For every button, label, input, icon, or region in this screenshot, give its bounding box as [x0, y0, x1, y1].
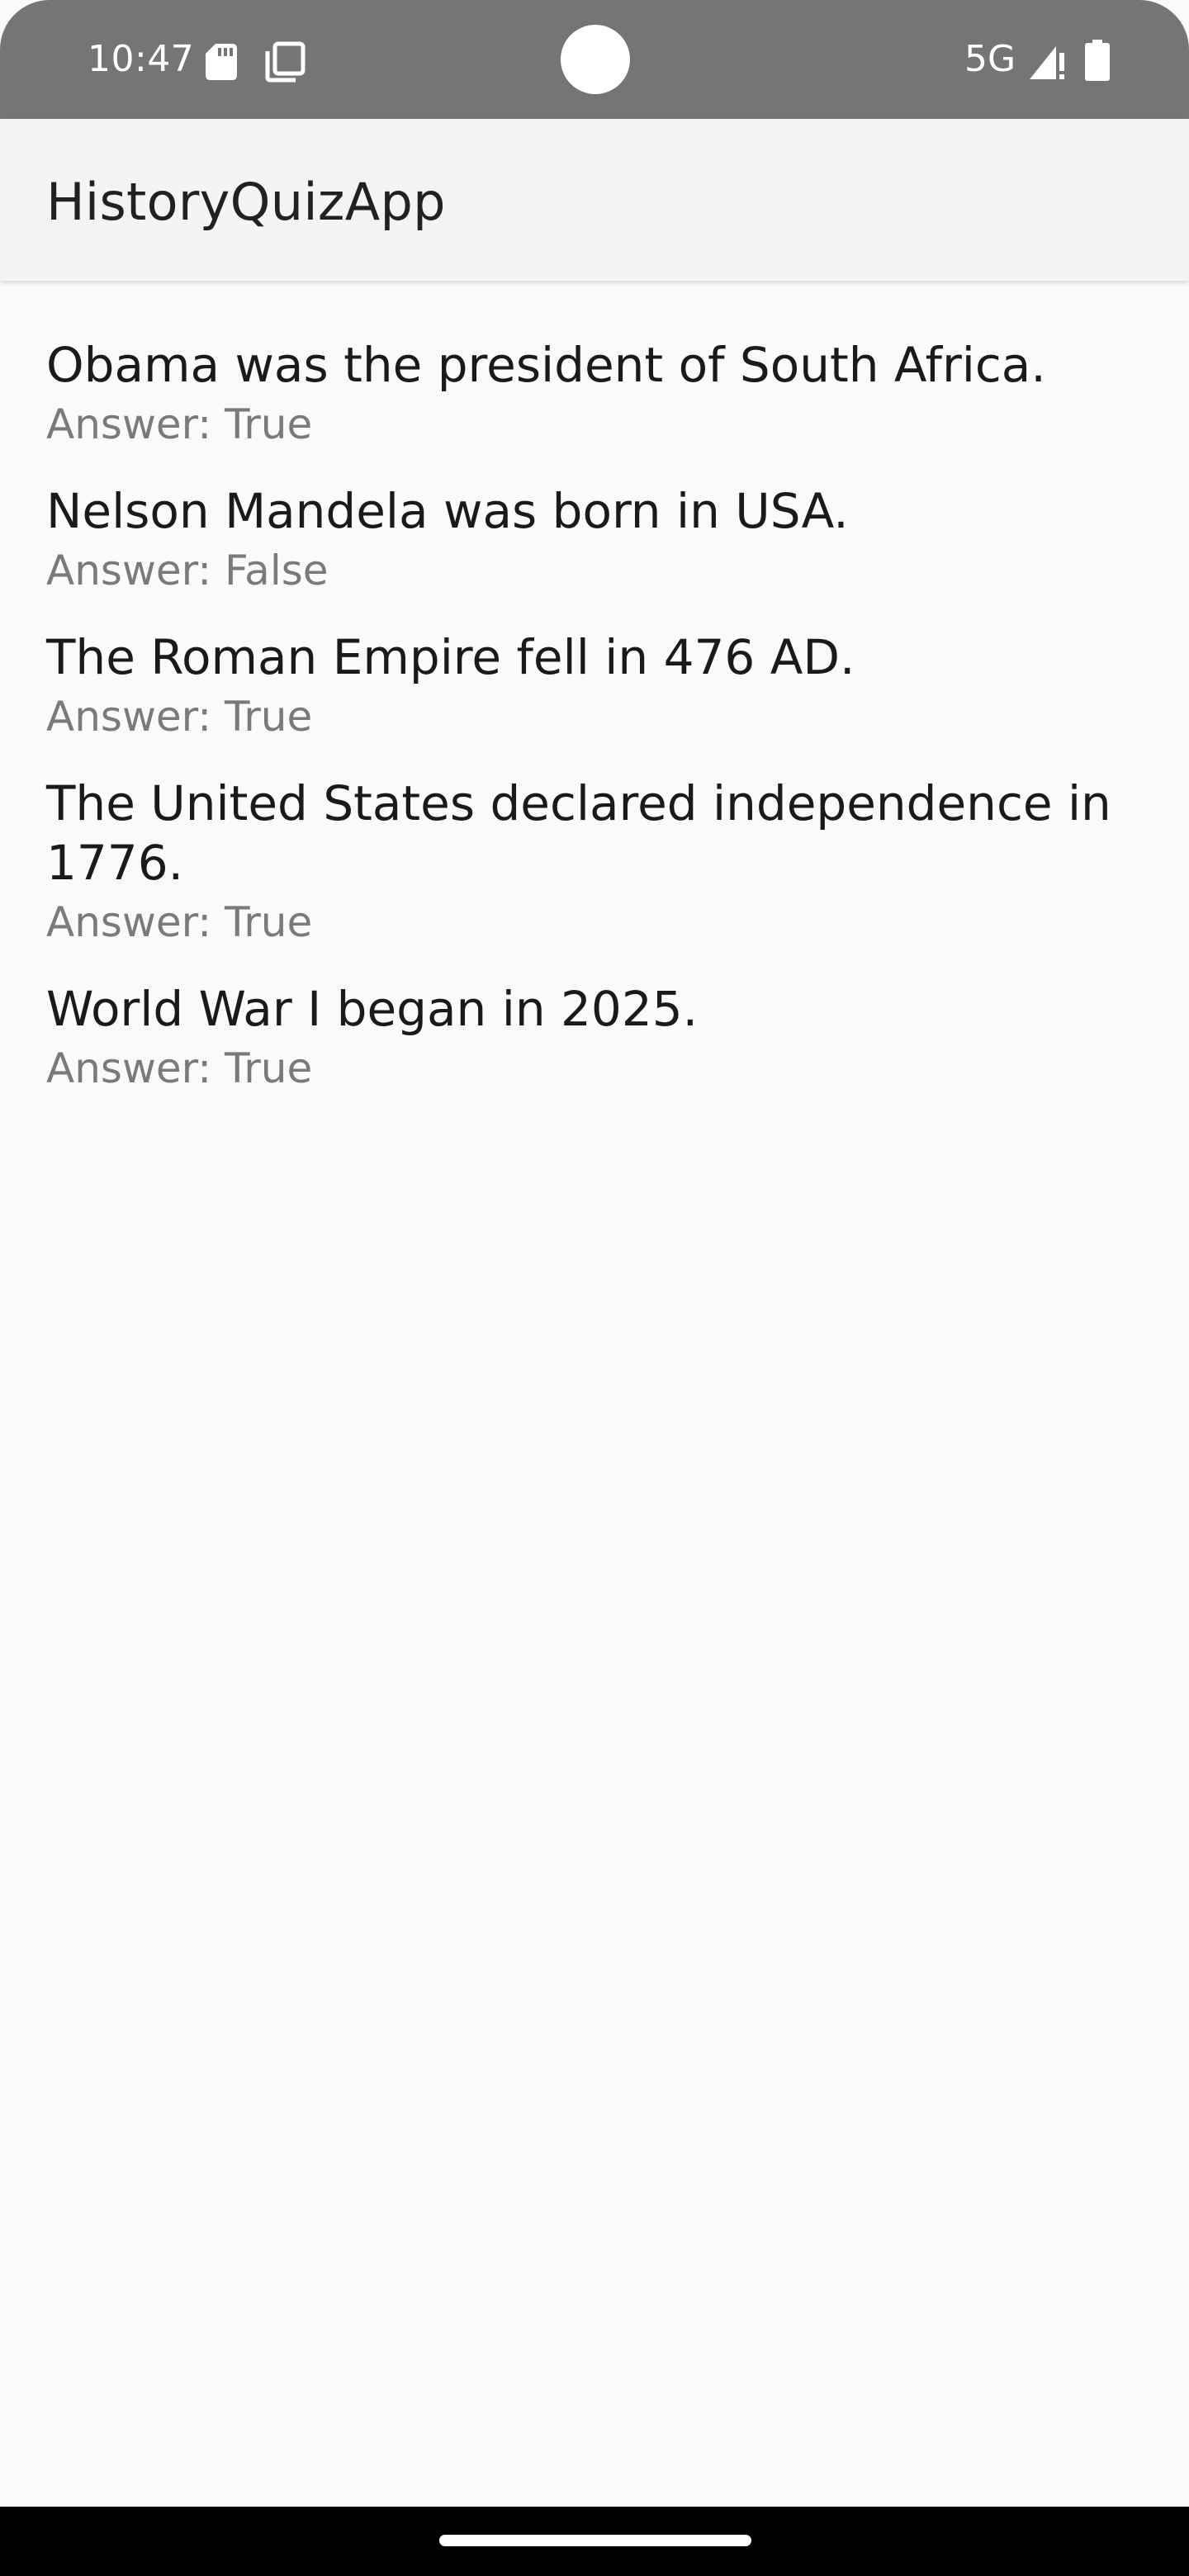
list-item: The United States declared independence … [46, 774, 1144, 949]
answer-text: Answer: True [46, 693, 313, 741]
app-bar: HistoryQuizApp [0, 119, 1189, 281]
network-type: 5G [964, 38, 1016, 80]
battery-icon [1085, 40, 1110, 81]
camera-cutout [561, 25, 630, 94]
question-text: Nelson Mandela was born in USA. [46, 483, 849, 539]
answer-text: Answer: True [46, 400, 313, 448]
status-bar: 10:47 5G [0, 0, 1189, 119]
question-text: The Roman Empire fell in 476 AD. [46, 629, 855, 685]
list-item: The Roman Empire fell in 476 AD. Answer:… [46, 627, 1144, 743]
question-text: Obama was the president of South Africa. [46, 337, 1046, 393]
signal-icon [1030, 46, 1064, 79]
question-text: World War I began in 2025. [46, 981, 699, 1037]
list-item: World War I began in 2025. Answer: True [46, 979, 1144, 1095]
answer-text: Answer: True [46, 1044, 313, 1092]
answer-text: Answer: False [46, 547, 329, 594]
home-gesture-handle[interactable] [439, 2535, 751, 2546]
list-item: Obama was the president of South Africa.… [46, 335, 1144, 451]
app-title: HistoryQuizApp [46, 172, 446, 232]
answer-text: Answer: True [46, 898, 313, 946]
copy-icon [265, 41, 306, 83]
sd-card-icon [206, 44, 237, 80]
list-item: Nelson Mandela was born in USA. Answer: … [46, 481, 1144, 597]
status-time: 10:47 [88, 38, 195, 80]
navigation-bar [0, 2507, 1189, 2576]
question-text: The United States declared independence … [46, 775, 1127, 891]
